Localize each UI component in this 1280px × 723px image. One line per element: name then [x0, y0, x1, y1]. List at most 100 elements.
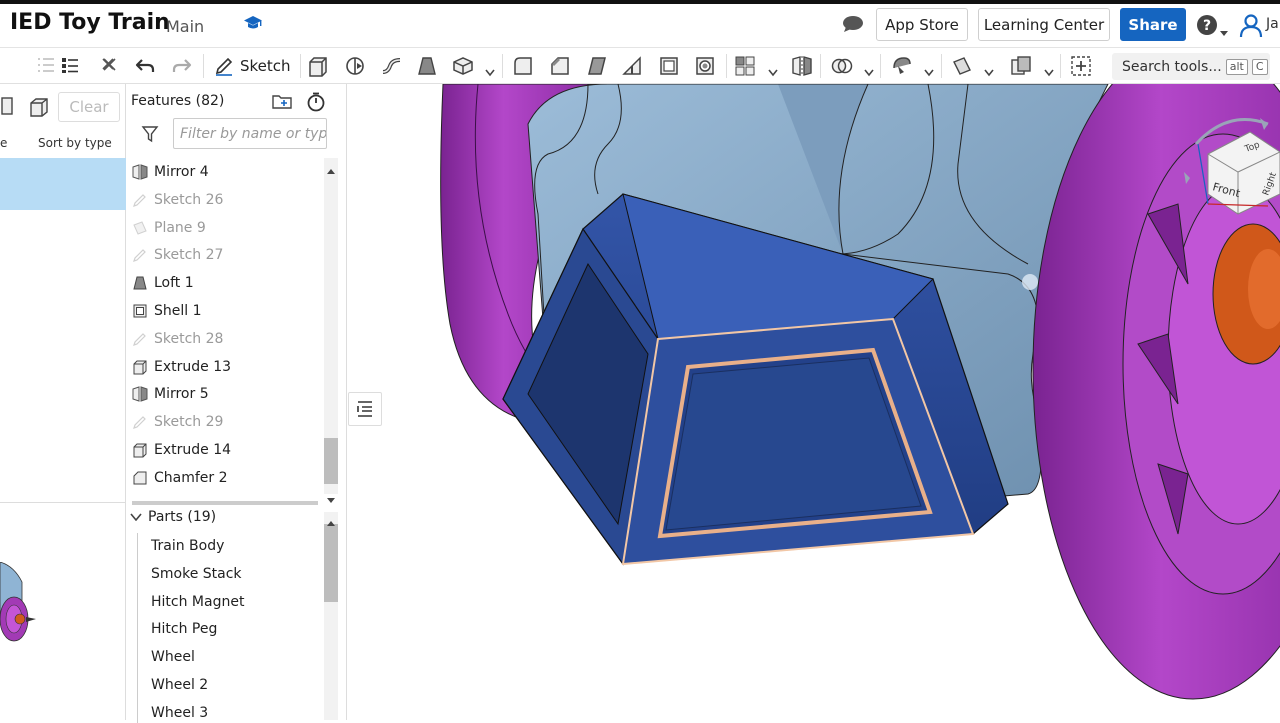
boolean-icon[interactable]	[830, 54, 854, 78]
clear-button[interactable]: Clear	[58, 92, 120, 122]
rollback-timer-icon[interactable]	[306, 92, 326, 112]
part-item[interactable]: Train Body	[151, 538, 224, 554]
shell-icon	[132, 303, 148, 319]
list-view-icon[interactable]	[36, 56, 56, 74]
feature-label: Extrude 13	[154, 358, 232, 375]
plane-icon[interactable]	[950, 54, 974, 78]
toolbar-divider	[880, 54, 881, 78]
user-avatar-icon[interactable]	[1238, 12, 1264, 38]
sketch-button[interactable]: Sketch	[210, 53, 294, 79]
split-icon[interactable]	[890, 54, 914, 78]
panel-splitter[interactable]	[132, 501, 318, 505]
redo-icon[interactable]	[170, 54, 194, 78]
filter-icon[interactable]	[141, 125, 159, 143]
mirror-icon[interactable]	[790, 54, 814, 78]
feature-item[interactable]: Sketch 27	[132, 243, 223, 267]
part-item[interactable]: Hitch Magnet	[151, 594, 244, 610]
undo-icon[interactable]	[133, 54, 157, 78]
chevron-down-icon[interactable]	[864, 62, 874, 77]
feature-item[interactable]: Sketch 28	[132, 327, 223, 351]
share-button[interactable]: Share	[1120, 8, 1186, 41]
feature-label: Loft 1	[154, 275, 194, 292]
loft-icon[interactable]	[415, 54, 439, 78]
pattern-icon[interactable]	[733, 54, 757, 78]
chevron-down-icon[interactable]	[1044, 62, 1054, 77]
toolbar-divider	[300, 54, 301, 78]
scroll-up-icon[interactable]	[326, 512, 336, 526]
chevron-down-icon[interactable]	[984, 62, 994, 77]
chevron-down-icon[interactable]	[1220, 22, 1228, 36]
user-name[interactable]: Ja	[1266, 16, 1279, 32]
feature-label: Sketch 29	[154, 414, 224, 431]
extrude-icon[interactable]	[306, 54, 330, 78]
feature-item[interactable]: Extrude 14	[132, 438, 231, 462]
parts-header[interactable]: Parts (19)	[130, 509, 216, 525]
part-item[interactable]: Hitch Peg	[151, 621, 217, 637]
toolbar-divider	[726, 54, 727, 78]
chevron-down-icon[interactable]	[924, 62, 934, 77]
panel-divider	[0, 502, 126, 503]
sort-column-label[interactable]: e	[0, 136, 7, 150]
add-custom-feature-icon[interactable]	[1069, 54, 1093, 78]
add-folder-icon[interactable]	[272, 92, 292, 110]
toolbar-divider	[820, 54, 821, 78]
part-item[interactable]: Wheel 2	[151, 677, 208, 693]
part-item[interactable]: Wheel 3	[151, 705, 208, 721]
feature-label: Chamfer 2	[154, 469, 228, 486]
scroll-down-icon[interactable]	[326, 490, 336, 503]
rib-icon[interactable]	[620, 54, 644, 78]
workspace-name[interactable]: Main	[166, 17, 204, 36]
feature-label: Sketch 27	[154, 247, 224, 264]
feature-scrollbar-thumb[interactable]	[324, 438, 338, 484]
derived-icon[interactable]	[1009, 54, 1033, 78]
part-item[interactable]: Smoke Stack	[151, 566, 242, 582]
feature-item[interactable]: Plane 9	[132, 216, 206, 240]
graduation-cap-icon[interactable]	[243, 14, 263, 32]
part-thumbnail[interactable]	[0, 561, 40, 672]
hole-icon[interactable]	[693, 54, 717, 78]
draft-icon[interactable]	[585, 54, 609, 78]
document-title[interactable]: IED Toy Train	[10, 10, 170, 35]
search-tools-label: Search tools...	[1122, 58, 1222, 75]
feature-item[interactable]: Chamfer 2	[132, 466, 228, 490]
feature-item[interactable]: Shell 1	[132, 299, 202, 323]
chevron-down-icon[interactable]	[768, 62, 778, 77]
toolbar-divider	[1060, 54, 1061, 78]
feature-item[interactable]: Loft 1	[132, 271, 194, 295]
search-tools-input[interactable]: Search tools... alt C	[1112, 53, 1270, 80]
parts-scrollbar-thumb[interactable]	[324, 524, 338, 602]
feature-item[interactable]: Mirror 4	[132, 160, 209, 184]
feature-item[interactable]: Mirror 5	[132, 382, 209, 406]
feature-item[interactable]: Extrude 13	[132, 355, 231, 379]
extrude-icon	[132, 359, 148, 375]
help-icon[interactable]: ?	[1196, 14, 1218, 36]
learning-center-button[interactable]: Learning Center	[978, 8, 1110, 41]
part-item[interactable]: Wheel	[151, 649, 195, 665]
feature-item[interactable]: Sketch 26	[132, 188, 223, 212]
app-store-button[interactable]: App Store	[876, 8, 968, 41]
sort-by-type-button[interactable]: Sort by type	[38, 136, 112, 150]
detail-view-icon[interactable]	[60, 56, 80, 74]
selected-list-item[interactable]	[0, 158, 126, 210]
mirror-icon	[132, 164, 148, 180]
sweep-icon[interactable]	[380, 54, 404, 78]
feature-filter-input[interactable]	[173, 118, 327, 149]
chamfer-icon[interactable]	[548, 54, 572, 78]
document-icon[interactable]	[0, 96, 14, 116]
comment-icon[interactable]	[842, 15, 864, 33]
fillet-icon[interactable]	[511, 54, 535, 78]
chevron-down-icon[interactable]	[485, 62, 495, 77]
model-render[interactable]: Top Front Right	[348, 84, 1280, 720]
sketch-icon	[132, 414, 148, 430]
thicken-icon[interactable]	[451, 54, 475, 78]
feature-list-toggle[interactable]	[348, 392, 382, 426]
shell-icon[interactable]	[657, 54, 681, 78]
close-panel-icon[interactable]	[100, 56, 120, 74]
revolve-icon[interactable]	[343, 54, 367, 78]
part-studio-icon[interactable]	[28, 96, 50, 118]
feature-label: Extrude 14	[154, 442, 232, 458]
feature-item[interactable]: Sketch 29	[132, 410, 223, 434]
graphics-viewport[interactable]: Top Front Right	[348, 84, 1280, 720]
feature-list-panel: Features (82) Mirror 4 Sketch 26 Plane 9 Sk…	[126, 84, 347, 723]
scroll-up-icon[interactable]	[326, 160, 336, 174]
